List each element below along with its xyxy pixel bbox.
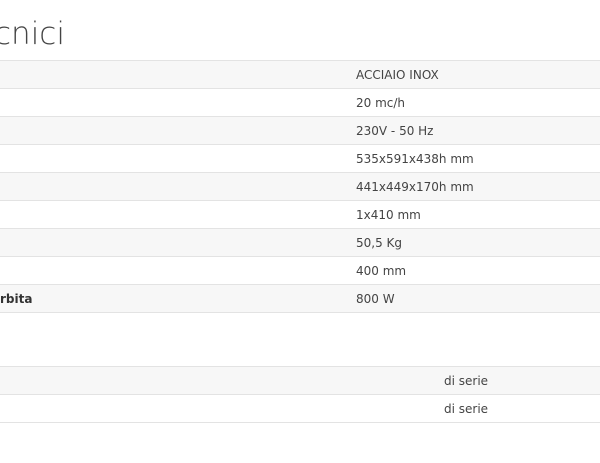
section-title: cnici	[0, 16, 65, 52]
table-row: 535x591x438h mm	[0, 144, 600, 173]
standard-equipment-table: di serie di serie	[0, 366, 600, 423]
equipment-value: di serie	[444, 394, 600, 423]
spec-label: rbita	[0, 284, 356, 313]
spec-value: ACCIAIO INOX	[356, 60, 600, 89]
spec-label	[0, 88, 356, 117]
equipment-value: di serie	[444, 366, 600, 395]
spec-label	[0, 172, 356, 201]
spec-value: 535x591x438h mm	[356, 144, 600, 173]
spec-value: 50,5 Kg	[356, 228, 600, 257]
spec-value: 1x410 mm	[356, 200, 600, 229]
equipment-label	[0, 394, 444, 423]
table-row: 20 mc/h	[0, 88, 600, 117]
table-row: ACCIAIO INOX	[0, 60, 600, 89]
table-row: 400 mm	[0, 256, 600, 285]
table-row: rbita 800 W	[0, 284, 600, 313]
spec-label	[0, 60, 356, 89]
spec-label	[0, 200, 356, 229]
table-row: 50,5 Kg	[0, 228, 600, 257]
spec-value: 400 mm	[356, 256, 600, 285]
spec-label	[0, 256, 356, 285]
table-row: 441x449x170h mm	[0, 172, 600, 201]
table-row: di serie	[0, 394, 600, 423]
table-row: 230V - 50 Hz	[0, 116, 600, 145]
spec-label	[0, 116, 356, 145]
spec-label	[0, 228, 356, 257]
product-specs-page: cnici ACCIAIO INOX 20 mc/h 230V - 50 Hz …	[0, 0, 600, 463]
table-row: 1x410 mm	[0, 200, 600, 229]
spec-value: 20 mc/h	[356, 88, 600, 117]
spec-value: 800 W	[356, 284, 600, 313]
spec-value: 230V - 50 Hz	[356, 116, 600, 145]
equipment-label	[0, 366, 444, 395]
spec-label	[0, 144, 356, 173]
technical-specs-table: ACCIAIO INOX 20 mc/h 230V - 50 Hz 535x59…	[0, 60, 600, 313]
table-row: di serie	[0, 366, 600, 395]
spec-value: 441x449x170h mm	[356, 172, 600, 201]
